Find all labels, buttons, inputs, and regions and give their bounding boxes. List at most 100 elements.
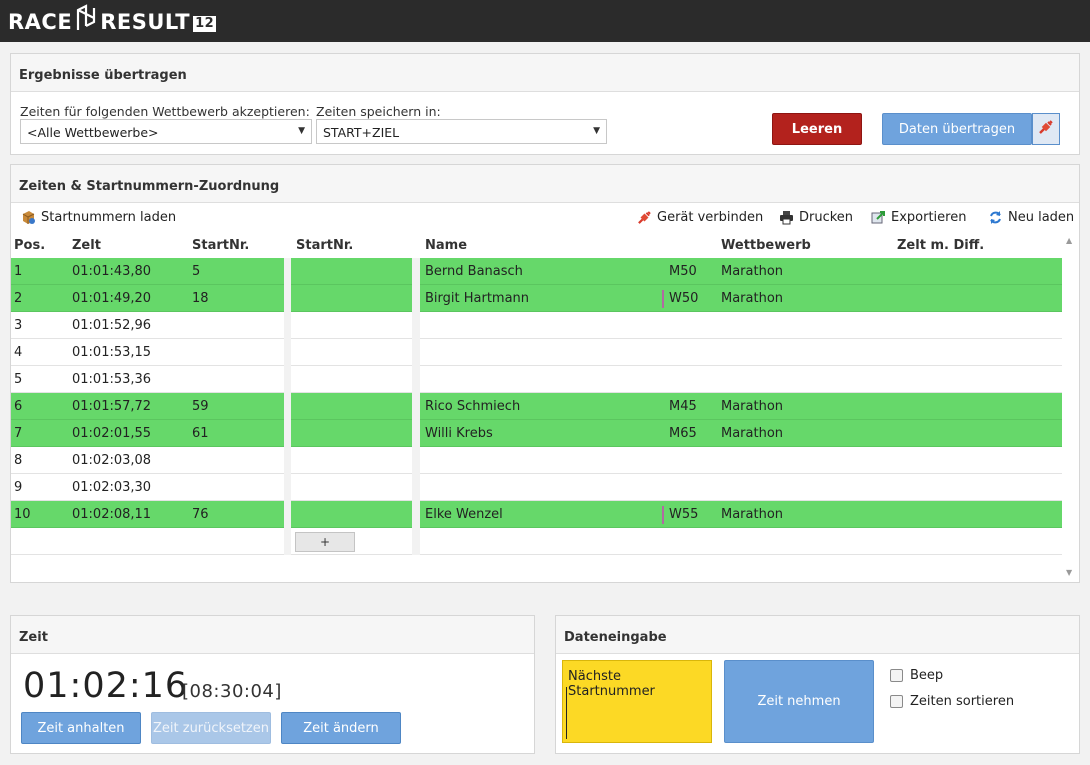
cell-name: Rico Schmiech xyxy=(425,399,521,414)
col-header-bib[interactable]: StartNr. xyxy=(192,238,249,253)
table-row[interactable]: 6 01:01:57,72 59 Rico Schmiech M45 Marathon xyxy=(11,393,1062,420)
cell-pos: 4 xyxy=(14,345,23,360)
reset-time-button[interactable]: Zeit zurücksetzen xyxy=(151,712,271,744)
table-row-empty[interactable] xyxy=(11,528,1062,555)
next-bib-label: Nächste Startnummer xyxy=(568,669,655,699)
take-time-button[interactable]: Zeit nehmen xyxy=(724,660,874,743)
col-header-contest[interactable]: Wettbewerb xyxy=(721,238,811,253)
connect-device-label: Gerät verbinden xyxy=(657,210,764,225)
entry-panel-title: Dateneingabe xyxy=(556,616,1079,654)
cell-bib: 76 xyxy=(192,507,209,522)
cell-pos: 8 xyxy=(14,453,23,468)
reload-button[interactable]: Neu laden xyxy=(988,210,1074,225)
col-header-bib-entry[interactable]: StartNr. xyxy=(296,238,353,253)
table-scrollbar[interactable]: ▲ ▼ xyxy=(1062,232,1078,582)
chevron-down-icon: ▼ xyxy=(593,126,600,136)
col-header-name[interactable]: Name xyxy=(425,238,467,253)
cell-ag: M50 xyxy=(669,264,697,279)
stop-time-button[interactable]: Zeit anhalten xyxy=(21,712,141,744)
cell-contest: Marathon xyxy=(721,426,784,441)
row-marker xyxy=(662,506,664,524)
store-times-select[interactable]: START+ZIEL ▼ xyxy=(316,119,607,144)
sort-times-label: Zeiten sortieren xyxy=(910,694,1015,709)
transfer-panel-title: Ergebnisse übertragen xyxy=(11,54,1079,92)
text-caret xyxy=(566,687,567,739)
cell-bib: 18 xyxy=(192,291,209,306)
load-bibs-icon xyxy=(21,210,36,225)
cell-ag: W55 xyxy=(669,507,699,522)
cell-pos: 3 xyxy=(14,318,23,333)
cell-bib: 59 xyxy=(192,399,209,414)
table-row[interactable]: 2 01:01:49,20 18 Birgit Hartmann W50 Marathon xyxy=(11,285,1062,312)
logo-text-race: RACE xyxy=(8,10,73,34)
table-row[interactable]: 4 01:01:53,15 xyxy=(11,339,1062,366)
time-panel-title: Zeit xyxy=(11,616,534,654)
connect-device-button[interactable]: Gerät verbinden xyxy=(637,210,763,225)
cell-time: 01:02:01,55 xyxy=(72,426,152,441)
column-separator xyxy=(412,258,420,555)
cell-bib: 5 xyxy=(192,264,201,279)
column-separator xyxy=(284,258,291,555)
export-button[interactable]: Exportieren xyxy=(871,210,966,225)
cell-time: 01:01:53,15 xyxy=(72,345,152,360)
cell-pos: 1 xyxy=(14,264,23,279)
row-marker xyxy=(662,290,664,308)
add-row-button[interactable]: + xyxy=(295,532,355,552)
store-times-value: START+ZIEL xyxy=(323,125,400,140)
cell-ag: W50 xyxy=(669,291,699,306)
change-time-button[interactable]: Zeit ändern xyxy=(281,712,401,744)
cell-pos: 5 xyxy=(14,372,23,387)
export-icon xyxy=(871,210,886,225)
table-row[interactable]: 8 01:02:03,08 xyxy=(11,447,1062,474)
col-header-pos[interactable]: Pos. xyxy=(14,238,45,253)
scroll-down-icon[interactable]: ▼ xyxy=(1066,568,1072,577)
table-row[interactable]: 10 01:02:08,11 76 Elke Wenzel W55 Marathon xyxy=(11,501,1062,528)
cell-pos: 7 xyxy=(14,426,23,441)
cell-time: 01:02:08,11 xyxy=(72,507,152,522)
cell-contest: Marathon xyxy=(721,507,784,522)
accept-contest-value: <Alle Wettbewerbe> xyxy=(27,125,159,140)
cell-name: Bernd Banasch xyxy=(425,264,523,279)
cell-name: Willi Krebs xyxy=(425,426,493,441)
app-logo: RACE RESULT 12 xyxy=(8,4,217,35)
accept-contest-select[interactable]: <Alle Wettbewerbe> ▼ xyxy=(20,119,312,144)
store-times-label: Zeiten speichern in: xyxy=(316,104,441,119)
times-panel-title: Zeiten & Startnummern-Zuordnung xyxy=(11,165,1079,203)
table-row[interactable]: 3 01:01:52,96 xyxy=(11,312,1062,339)
reload-icon xyxy=(988,210,1003,225)
next-bib-input[interactable]: Nächste Startnummer xyxy=(562,660,712,743)
beep-checkbox-box[interactable] xyxy=(890,669,903,682)
col-header-time[interactable]: Zelt xyxy=(72,238,101,253)
clear-button[interactable]: Leeren xyxy=(772,113,862,145)
transfer-data-button[interactable]: Daten übertragen xyxy=(882,113,1032,145)
plug-icon xyxy=(637,210,652,225)
logo-mark-icon xyxy=(74,4,100,34)
sort-times-checkbox-box[interactable] xyxy=(890,695,903,708)
cell-ag: M45 xyxy=(669,399,697,414)
current-time-display: 01:02:16 xyxy=(23,666,189,706)
top-bar: RACE RESULT 12 xyxy=(0,0,1090,42)
reload-label: Neu laden xyxy=(1008,210,1075,225)
cell-contest: Marathon xyxy=(721,264,784,279)
cell-contest: Marathon xyxy=(721,399,784,414)
beep-checkbox[interactable]: Beep xyxy=(890,668,943,683)
table-row[interactable]: 9 01:02:03,30 xyxy=(11,474,1062,501)
table-row[interactable]: 1 01:01:43,80 5 Bernd Banasch M50 Marathon xyxy=(11,258,1062,285)
cell-pos: 9 xyxy=(14,480,23,495)
cell-time: 01:02:03,08 xyxy=(72,453,152,468)
cell-time: 01:01:52,96 xyxy=(72,318,152,333)
print-label: Drucken xyxy=(799,210,854,225)
cell-time: 01:02:03,30 xyxy=(72,480,152,495)
print-button[interactable]: Drucken xyxy=(779,210,853,225)
transfer-plugin-button[interactable] xyxy=(1032,113,1060,145)
chevron-down-icon: ▼ xyxy=(298,126,305,136)
col-header-diff[interactable]: Zelt m. Diff. xyxy=(897,238,984,253)
load-bibs-button[interactable]: Startnummern laden xyxy=(21,210,176,225)
sort-times-checkbox[interactable]: Zeiten sortieren xyxy=(890,694,1014,709)
cell-ag: M65 xyxy=(669,426,697,441)
scroll-up-icon[interactable]: ▲ xyxy=(1066,236,1072,245)
logo-text-result: RESULT xyxy=(100,10,191,34)
table-row[interactable]: 5 01:01:53,36 xyxy=(11,366,1062,393)
cell-pos: 6 xyxy=(14,399,23,414)
table-row[interactable]: 7 01:02:01,55 61 Willi Krebs M65 Marathon xyxy=(11,420,1062,447)
